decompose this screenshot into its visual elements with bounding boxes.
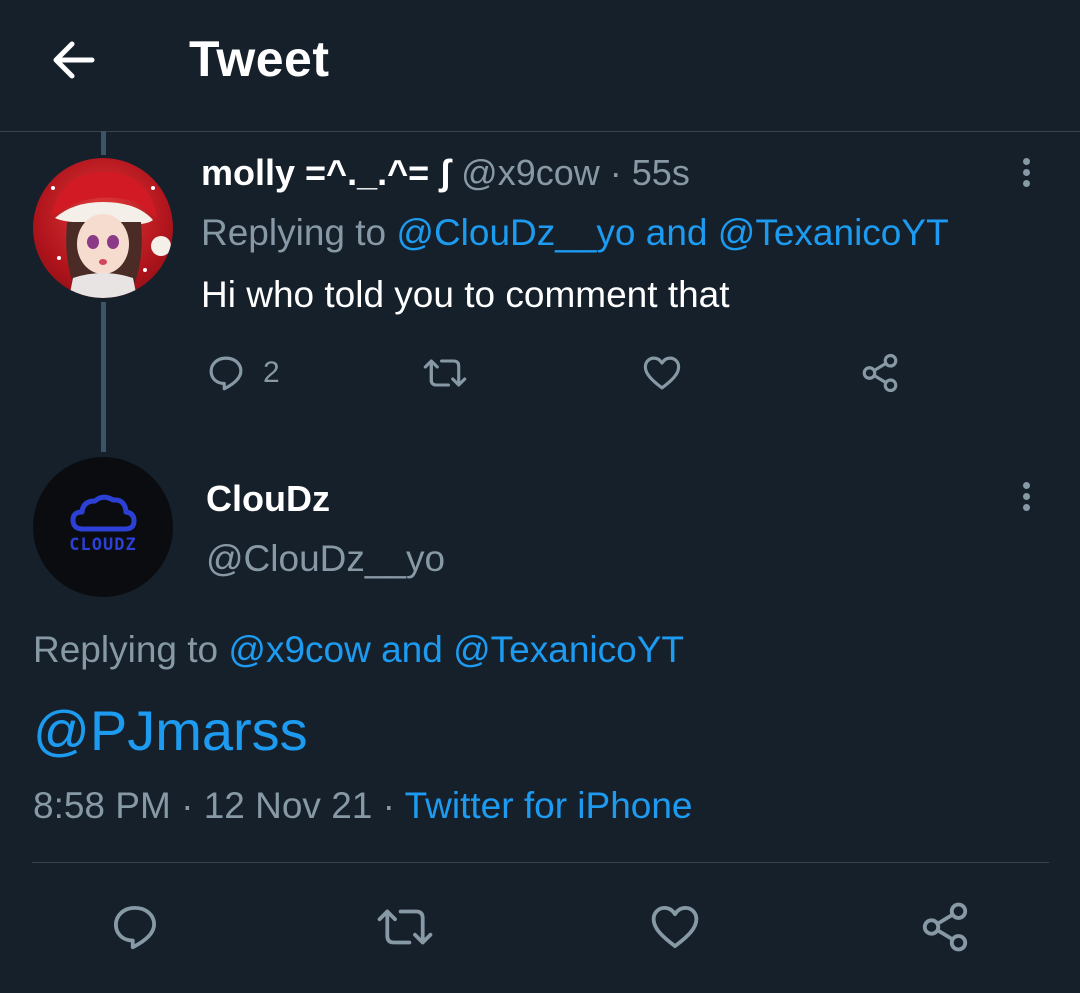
more-dot-icon [1022, 482, 1030, 489]
tweet-author-line: molly =^._.^= ʃ @x9cow · 55s [201, 152, 690, 194]
more-options-button[interactable] [1016, 478, 1036, 518]
anime-avatar-image [51, 171, 171, 298]
author-handle[interactable]: @x9cow [461, 152, 600, 193]
mention-link[interactable]: @TexanicoYT [453, 629, 684, 670]
mention-link[interactable]: @x9cow [228, 629, 370, 670]
tweet-timestamp: 8:58 PM [33, 785, 171, 826]
arrow-left-icon [53, 41, 95, 79]
author-display-name[interactable]: molly =^._.^= ʃ [201, 152, 451, 193]
share-icon [922, 902, 968, 952]
replying-and: and [645, 212, 708, 253]
reply-button[interactable]: 2 [205, 352, 280, 394]
thread-connector-top [101, 131, 106, 155]
cloud-logo-icon [70, 494, 137, 532]
back-button[interactable] [48, 36, 100, 84]
more-dot-icon [1022, 158, 1030, 165]
reply-button[interactable] [108, 900, 162, 954]
page-title: Tweet [189, 31, 330, 87]
retweet-button[interactable] [421, 352, 469, 394]
like-button[interactable] [648, 900, 702, 954]
tweet-date: 12 Nov 21 [203, 785, 373, 826]
replying-to-line: Replying to @ClouDz__yo and @TexanicoYT [201, 212, 949, 254]
avatar-molly[interactable] [33, 158, 173, 298]
thread-connector [101, 302, 106, 452]
more-options-button[interactable] [1016, 154, 1036, 194]
like-icon [643, 356, 681, 390]
author-handle[interactable]: @ClouDz__yo [206, 538, 445, 580]
like-icon [651, 905, 699, 949]
like-button[interactable] [640, 352, 684, 394]
retweet-icon [377, 909, 433, 945]
avatar-logo-text: CLOUDZ [69, 535, 137, 555]
replying-prefix: Replying to [33, 629, 219, 670]
replying-prefix: Replying to [201, 212, 387, 253]
mention-link[interactable]: @ClouDz__yo [396, 212, 635, 253]
separator-dot: · [181, 785, 194, 826]
retweet-icon [423, 359, 467, 387]
share-button[interactable] [918, 900, 972, 954]
divider [32, 862, 1049, 863]
separator-dot: · [382, 785, 395, 826]
share-button[interactable] [858, 352, 902, 394]
tweet-meta: 8:58 PM · 12 Nov 21 · Twitter for iPhone [33, 785, 693, 827]
avatar-cloudz[interactable]: CLOUDZ [33, 457, 173, 597]
author-display-name[interactable]: ClouDz [206, 478, 330, 520]
mention-link[interactable]: @TexanicoYT [718, 212, 949, 253]
tweet-time[interactable]: 55s [632, 152, 690, 193]
separator-dot: · [609, 152, 622, 193]
replying-to-line: Replying to @x9cow and @TexanicoYT [33, 629, 684, 671]
reply-icon [113, 905, 157, 950]
reply-count: 2 [263, 356, 280, 389]
tweet-source-link[interactable]: Twitter for iPhone [405, 785, 693, 826]
tweet-text-mention[interactable]: @PJmarss [33, 698, 308, 763]
retweet-button[interactable] [374, 900, 436, 954]
reply-icon [209, 356, 243, 391]
replying-and: and [381, 629, 443, 670]
tweet-text: Hi who told you to comment that [201, 274, 730, 315]
top-bar: Tweet [0, 0, 1080, 132]
share-icon [862, 353, 898, 393]
